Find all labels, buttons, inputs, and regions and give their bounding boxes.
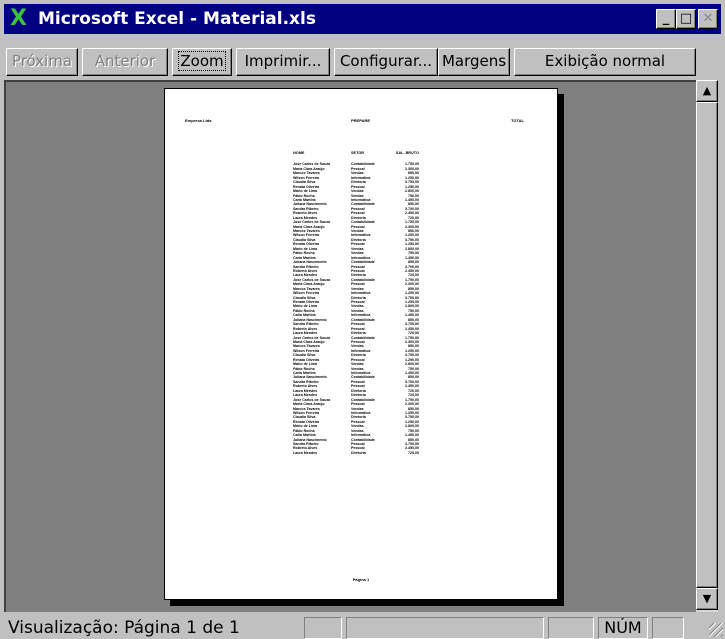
page-header-center: PREPARE bbox=[351, 118, 371, 123]
page-setup-button[interactable]: Configurar... bbox=[334, 48, 438, 76]
title-bar[interactable]: X Microsoft Excel - Material.xls _ □ ✕ bbox=[4, 4, 721, 34]
scroll-down-arrow-icon[interactable]: ▼ bbox=[696, 588, 718, 610]
normal-view-button[interactable]: Exibição normal bbox=[514, 48, 696, 76]
page-footer: Página 1 bbox=[352, 577, 370, 582]
vertical-scrollbar[interactable]: ▲ ▼ bbox=[696, 80, 718, 612]
column-header: SAL. BRUTO bbox=[395, 151, 419, 155]
window-title: Microsoft Excel - Material.xls bbox=[38, 9, 316, 29]
status-bar: Visualização: Página 1 de 1 NÚM bbox=[0, 614, 725, 639]
scroll-thumb[interactable] bbox=[696, 102, 718, 588]
resize-grip-icon[interactable] bbox=[709, 623, 723, 637]
excel-window: X Microsoft Excel - Material.xls _ □ ✕ P… bbox=[0, 0, 725, 639]
maximize-button[interactable]: □ bbox=[676, 9, 696, 29]
table-cell: Diretoria bbox=[351, 450, 366, 455]
close-button[interactable]: ✕ bbox=[698, 9, 718, 29]
zoom-button[interactable]: Zoom bbox=[172, 48, 232, 76]
next-page-button[interactable]: Próxima bbox=[6, 48, 78, 76]
page-header-right: TOTAL bbox=[511, 118, 524, 123]
print-preview-area[interactable]: Empresa Ltda PREPARE TOTAL NOME SETOR SA… bbox=[4, 80, 696, 612]
scroll-up-arrow-icon[interactable]: ▲ bbox=[696, 80, 718, 102]
excel-x-icon[interactable]: X bbox=[10, 8, 32, 30]
status-message: Visualização: Página 1 de 1 bbox=[8, 618, 240, 638]
previous-page-button[interactable]: Anterior bbox=[82, 48, 168, 76]
preview-toolbar: Próxima Anterior Zoom Imprimir... Config… bbox=[4, 40, 721, 76]
print-button[interactable]: Imprimir... bbox=[236, 48, 330, 76]
table-cell: 720,00 bbox=[408, 450, 419, 455]
num-lock-indicator: NÚM bbox=[598, 617, 648, 639]
margins-button[interactable]: Margens bbox=[438, 48, 510, 76]
page-header-left: Empresa Ltda bbox=[185, 118, 212, 123]
preview-page[interactable]: Empresa Ltda PREPARE TOTAL NOME SETOR SA… bbox=[164, 88, 558, 600]
column-header: SETOR bbox=[351, 151, 365, 155]
status-panel bbox=[346, 617, 544, 639]
column-header: NOME bbox=[293, 151, 305, 155]
minimize-button[interactable]: _ bbox=[656, 9, 676, 29]
status-panel bbox=[304, 617, 342, 639]
table-cell: Laura Mendes bbox=[293, 450, 318, 455]
status-panel bbox=[652, 617, 684, 639]
status-panel bbox=[548, 617, 594, 639]
